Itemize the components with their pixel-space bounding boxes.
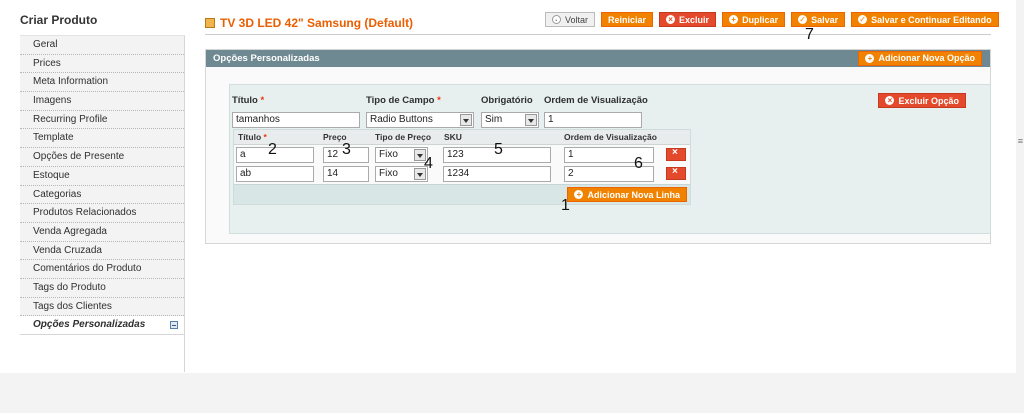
annotation-6: 6 [634, 155, 643, 172]
option-values-table: Título * Preço Tipo de Preço SKU Ordem d… [233, 129, 691, 205]
save-continue-button[interactable]: ✓ Salvar e Continuar Editando [851, 12, 999, 27]
action-toolbar: · Voltar Reiniciar × Excluir + Duplicar ✓ Sa… [545, 12, 999, 27]
delete-option-button[interactable]: × Excluir Opção [878, 93, 966, 108]
sort-order-label: Ordem de Visualização [544, 95, 648, 106]
row2-delete-button[interactable] [666, 166, 686, 180]
sidebar-item-categorias[interactable]: Categorias [20, 185, 184, 205]
sidebar-title: Criar Produto [20, 10, 185, 36]
row1-price-type-select[interactable]: Fixo [375, 147, 428, 163]
back-icon: · [552, 15, 561, 25]
sidebar-item-produtos-relacionados[interactable]: Produtos Relacionados [20, 204, 184, 223]
row2-title-input[interactable]: ab [236, 166, 314, 182]
sidebar-item-venda-agregada[interactable]: Venda Agregada [20, 222, 184, 242]
plus-icon: + [574, 190, 584, 199]
chevron-down-icon [460, 114, 472, 126]
sidebar-item-tags-clientes[interactable]: Tags dos Clientes [20, 297, 184, 317]
page-title: TV 3D LED 42" Samsung (Default) [205, 16, 413, 30]
check-icon: ✓ [858, 15, 868, 24]
row1-delete-button[interactable] [666, 147, 686, 161]
sidebar-item-recurring-profile[interactable]: Recurring Profile [20, 110, 184, 130]
save-button[interactable]: ✓ Salvar [791, 12, 846, 27]
sidebar-item-opcoes-personalizadas[interactable]: Opções Personalizadas [20, 316, 184, 335]
annotation-3: 3 [342, 141, 351, 158]
required-label: Obrigatório [481, 95, 533, 106]
add-option-button[interactable]: + Adicionar Nova Opção [858, 51, 982, 66]
annotation-2: 2 [268, 141, 277, 158]
sidebar-item-venda-cruzada[interactable]: Venda Cruzada [20, 241, 184, 261]
table-header: Título * Preço Tipo de Preço SKU Ordem d… [234, 130, 690, 145]
panel-title: Opções Personalizadas [213, 53, 320, 64]
product-cube-icon [205, 18, 215, 28]
annotation-4: 4 [424, 155, 433, 172]
duplicate-button[interactable]: + Duplicar [722, 12, 786, 27]
add-row-button[interactable]: + Adicionar Nova Linha [567, 187, 687, 202]
required-select[interactable]: Sim [481, 112, 539, 128]
annotation-1: 1 [561, 197, 570, 214]
col-sort-order: Ordem de Visualização [564, 132, 657, 142]
custom-options-panel: Opções Personalizadas + Adicionar Nova Op… [205, 49, 991, 244]
table-body: a 12 Fixo 123 1 ab 14 Fixo 1234 2 [234, 145, 690, 185]
delete-icon: × [885, 96, 895, 105]
row2-price-input[interactable]: 14 [323, 166, 369, 182]
delete-icon: × [666, 15, 676, 24]
sidebar-item-prices[interactable]: Prices [20, 54, 184, 74]
sidebar-list: Geral Prices Meta Information Imagens Re… [20, 36, 185, 372]
check-icon: ✓ [798, 15, 808, 24]
collapse-icon[interactable] [170, 321, 178, 330]
plus-icon: + [865, 54, 875, 63]
chevron-down-icon [525, 114, 537, 126]
row2-price-type-select[interactable]: Fixo [375, 166, 428, 182]
col-title: Título * [238, 132, 267, 142]
table-footer: + Adicionar Nova Linha [234, 184, 690, 204]
sidebar-item-geral[interactable]: Geral [20, 36, 184, 55]
sidebar-item-estoque[interactable]: Estoque [20, 166, 184, 186]
sidebar-item-tags-produto[interactable]: Tags do Produto [20, 278, 184, 298]
sidebar-item-template[interactable]: Template [20, 129, 184, 149]
col-price-type: Tipo de Preço [375, 132, 432, 142]
sidebar-item-meta-information[interactable]: Meta Information [20, 73, 184, 93]
sort-order-input[interactable]: 1 [544, 112, 642, 128]
option-box: Título * tamanhos Tipo de Campo * Radio … [229, 84, 991, 234]
title-label: Título * [232, 95, 265, 106]
scrollbar[interactable]: ≡ [1016, 0, 1024, 413]
delete-button[interactable]: × Excluir [659, 12, 717, 27]
product-tabs-sidebar: Criar Produto Geral Prices Meta Informat… [20, 10, 185, 372]
col-sku: SKU [444, 132, 462, 142]
field-type-label: Tipo de Campo * [366, 95, 441, 106]
sidebar-item-opcoes-presente[interactable]: Opções de Presente [20, 148, 184, 167]
title-input[interactable]: tamanhos [232, 112, 360, 128]
panel-header: Opções Personalizadas + Adicionar Nova Op… [206, 50, 990, 67]
page-footer-band [0, 373, 1024, 413]
header-divider [205, 34, 991, 35]
sidebar-item-imagens[interactable]: Imagens [20, 92, 184, 111]
row2-sku-input[interactable]: 1234 [443, 166, 551, 182]
annotation-7: 7 [805, 26, 814, 43]
plus-icon: + [729, 15, 739, 24]
annotation-5: 5 [494, 141, 503, 158]
sidebar-item-comentarios[interactable]: Comentários do Produto [20, 260, 184, 279]
page-title-text: TV 3D LED 42" Samsung (Default) [220, 16, 414, 30]
sidebar-item-label: Opções Personalizadas [33, 319, 146, 331]
field-type-select[interactable]: Radio Buttons [366, 112, 474, 128]
back-button[interactable]: · Voltar [545, 12, 596, 27]
reset-button[interactable]: Reiniciar [601, 12, 654, 27]
scroll-arrow-icon: ≡ [1017, 136, 1023, 146]
